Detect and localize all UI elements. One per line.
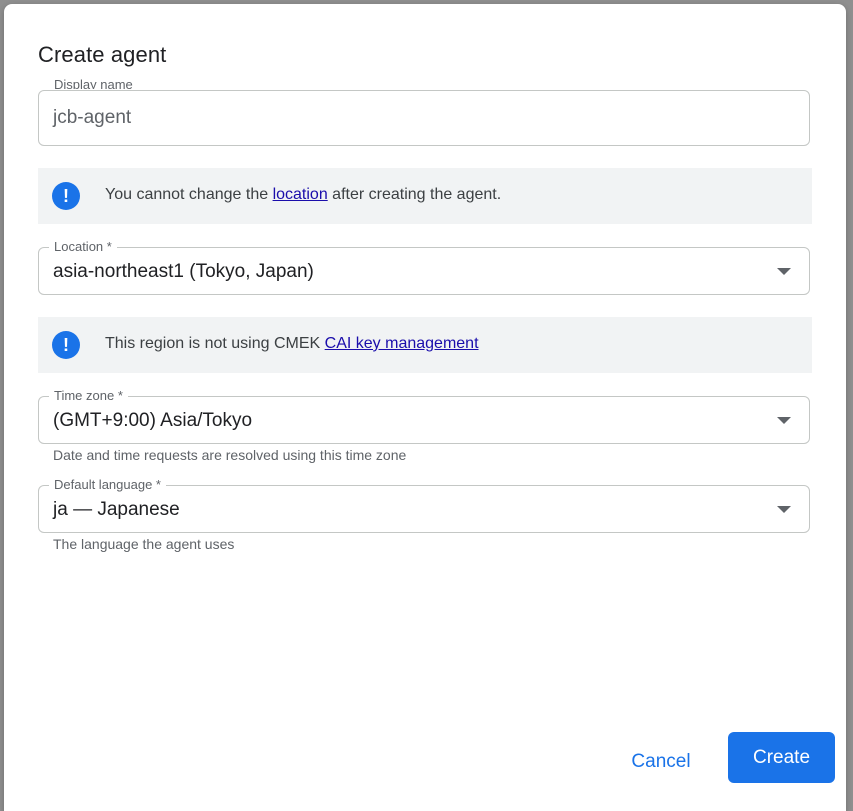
location-notice-text: You cannot change the location after cre… (105, 186, 501, 204)
time-zone-select[interactable]: Time zone * (GMT+9:00) Asia/Tokyo (38, 388, 810, 444)
create-agent-dialog: Create agent Display name jcb-agent ! Yo… (4, 4, 846, 811)
location-notice-text-before: You cannot change the (105, 186, 273, 203)
time-zone-label: Time zone * (49, 388, 128, 404)
default-language-select[interactable]: Default language * ja — Japanese (38, 477, 810, 533)
location-link[interactable]: location (273, 186, 328, 203)
display-name-value: jcb-agent (53, 107, 132, 128)
info-icon: ! (52, 182, 80, 210)
location-notice-text-after: after creating the agent. (327, 186, 502, 203)
default-language-label: Default language * (49, 477, 166, 493)
default-language-helper: The language the agent uses (53, 536, 235, 552)
create-button[interactable]: Create (728, 732, 835, 783)
info-icon: ! (52, 331, 80, 359)
cmek-notice: ! This region is not using CMEK CAI key … (38, 317, 812, 373)
display-name-field[interactable]: Display name jcb-agent (38, 79, 810, 146)
cai-key-management-link[interactable]: CAI key management (325, 335, 479, 352)
chevron-down-icon[interactable] (777, 506, 791, 513)
cmek-notice-text: This region is not using CMEK CAI key ma… (105, 335, 479, 353)
time-zone-helper: Date and time requests are resolved usin… (53, 447, 407, 463)
cmek-notice-text-before: This region is not using CMEK (105, 335, 325, 352)
time-zone-value: (GMT+9:00) Asia/Tokyo (53, 410, 253, 431)
location-value: asia-northeast1 (Tokyo, Japan) (53, 261, 314, 282)
cancel-button[interactable]: Cancel (616, 738, 706, 786)
default-language-value: ja — Japanese (53, 499, 180, 520)
display-name-label: Display name (49, 79, 138, 89)
dialog-title: Create agent (38, 42, 167, 67)
chevron-down-icon[interactable] (777, 268, 791, 275)
chevron-down-icon[interactable] (777, 417, 791, 424)
location-notice: ! You cannot change the location after c… (38, 168, 812, 224)
location-select[interactable]: Location * asia-northeast1 (Tokyo, Japan… (38, 239, 810, 295)
location-label: Location * (49, 239, 117, 255)
